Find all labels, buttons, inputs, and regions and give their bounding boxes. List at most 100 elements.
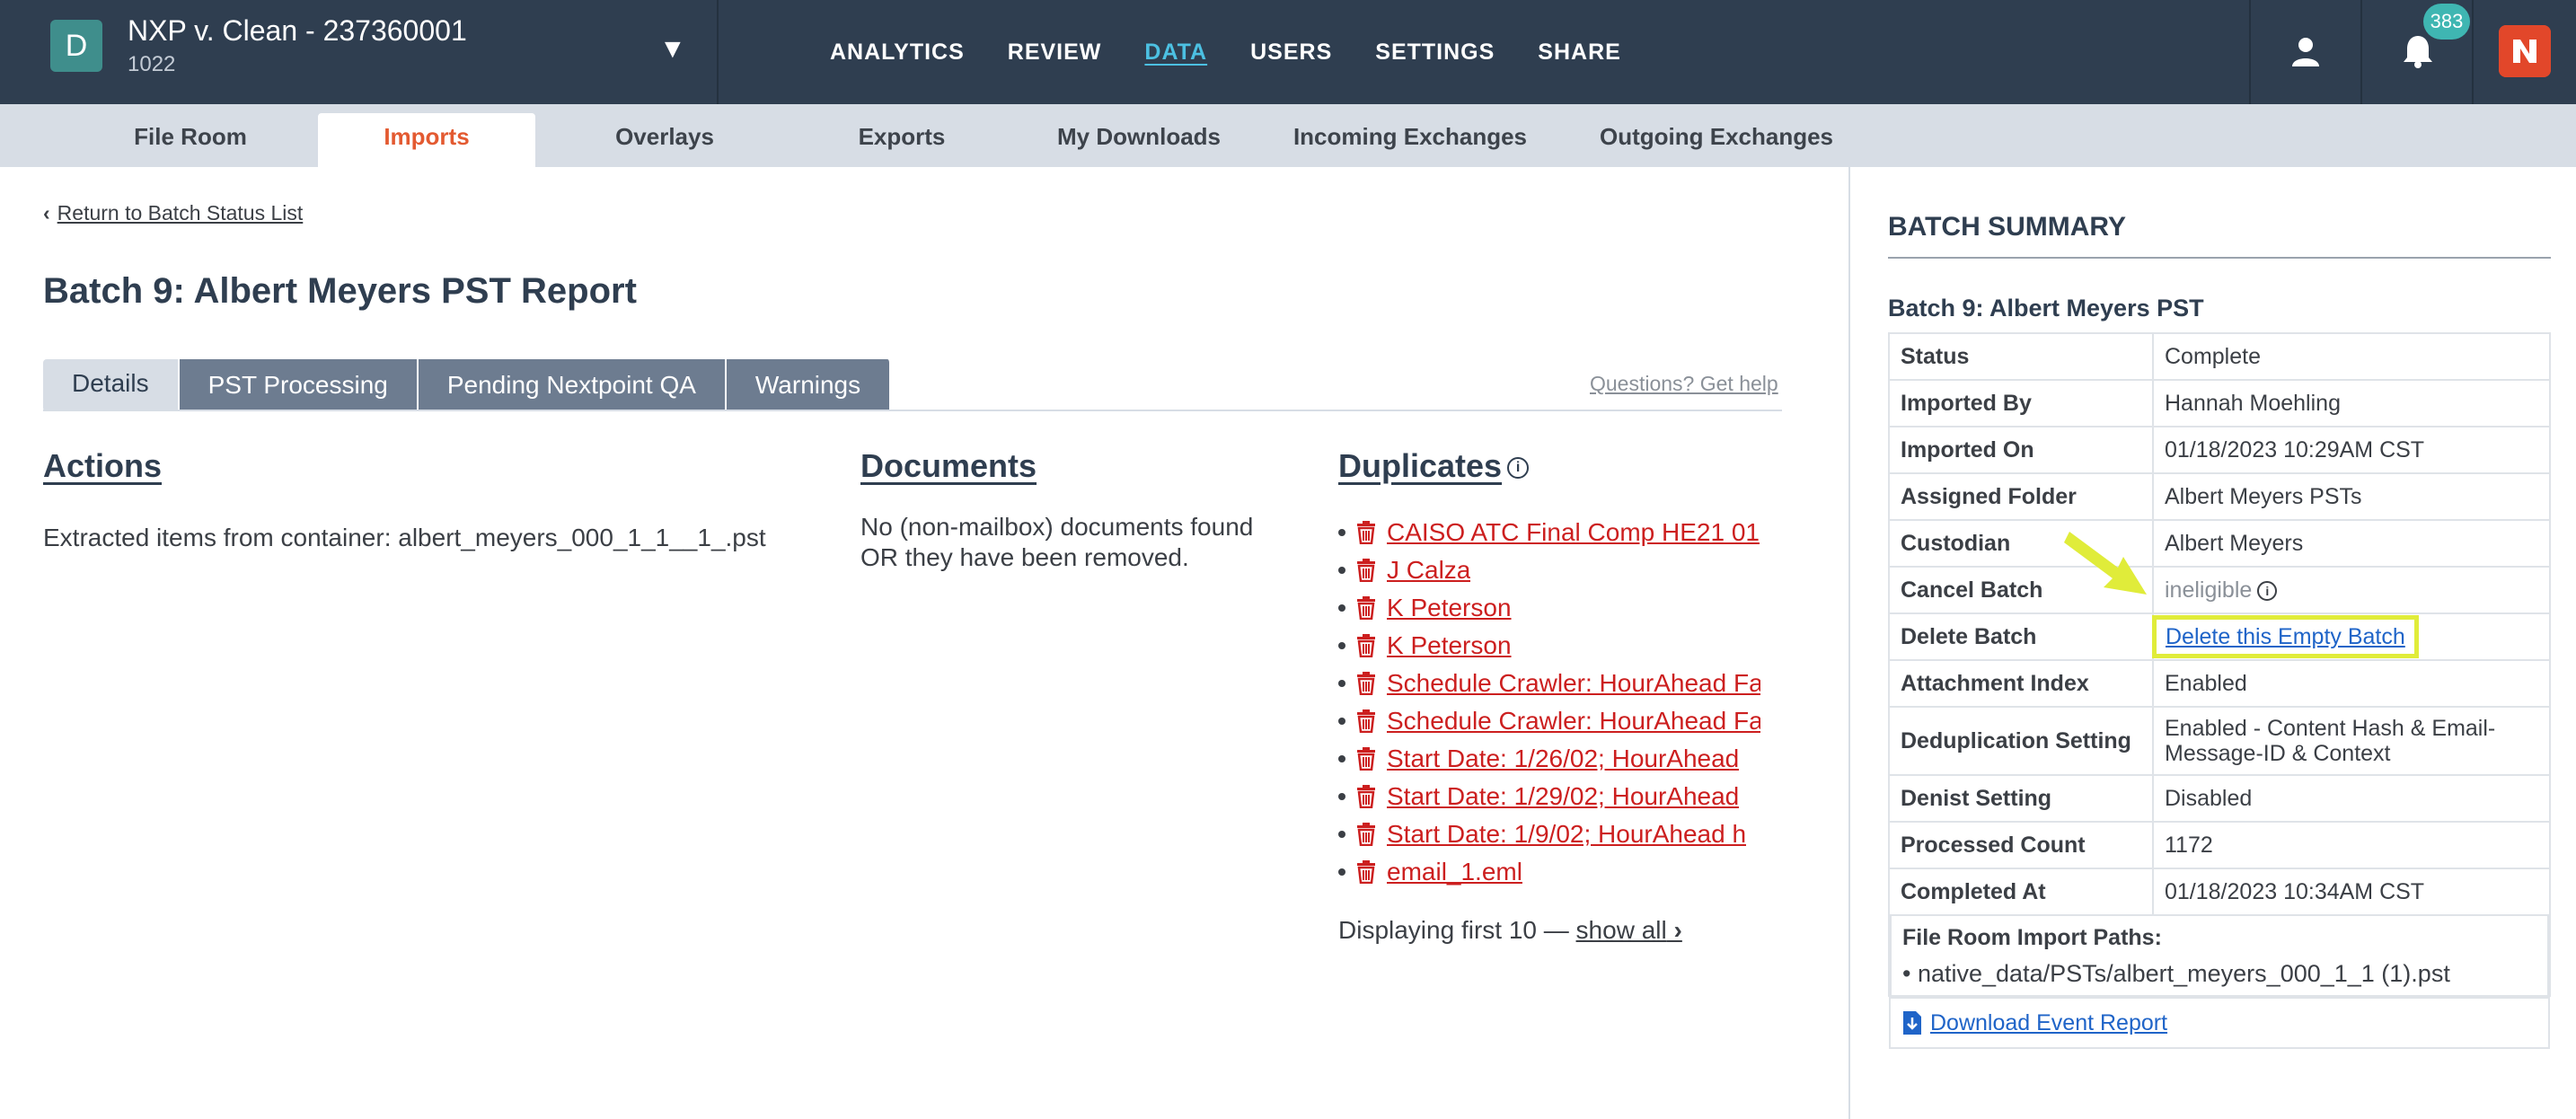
import-paths-cell: File Room Import Paths: • native_data/PS… (1888, 915, 2551, 997)
nav-review[interactable]: REVIEW (1008, 40, 1102, 66)
user-menu-button[interactable] (2249, 0, 2360, 104)
nav-share[interactable]: SHARE (1538, 40, 1621, 66)
duplicate-link[interactable]: Start Date: 1/9/02; HourAhead h (1387, 820, 1746, 849)
duplicate-item: Schedule Crawler: HourAhead Fa (1338, 665, 1760, 702)
list-bullet (1338, 567, 1345, 574)
summary-row-attachment-index: Attachment Index Enabled (1888, 659, 2551, 708)
nextpoint-logo[interactable] (2472, 0, 2576, 104)
info-icon[interactable]: i (1507, 457, 1530, 480)
duplicates-footer-text: Displaying first 10 — (1338, 916, 1569, 944)
subtab-my-downloads[interactable]: My Downloads (1045, 113, 1232, 167)
user-icon (2292, 38, 2319, 66)
tab-pst-processing[interactable]: PST Processing (179, 359, 419, 411)
subtab-outgoing-exchanges[interactable]: Outgoing Exchanges (1590, 113, 1843, 167)
nav-settings[interactable]: SETTINGS (1375, 40, 1495, 66)
duplicate-item: K Peterson (1338, 627, 1760, 665)
summary-value: 01/18/2023 10:29AM CST (2152, 426, 2551, 474)
trash-icon[interactable] (1356, 634, 1376, 657)
case-number: 1022 (128, 52, 176, 76)
tab-warnings[interactable]: Warnings (726, 359, 892, 411)
summary-key: Denist Setting (1888, 774, 2154, 823)
case-title: NXP v. Clean - 237360001 (128, 14, 467, 47)
info-icon[interactable]: i (2257, 581, 2278, 602)
import-path-text: native_data/PSTs/albert_meyers_000_1_1 (… (1917, 960, 2450, 987)
tab-details[interactable]: Details (43, 359, 180, 411)
tab-pending-nextpoint-qa[interactable]: Pending Nextpoint QA (418, 359, 727, 411)
batch-summary-divider (1888, 257, 2551, 259)
trash-icon[interactable] (1356, 596, 1376, 620)
trash-icon[interactable] (1356, 559, 1376, 582)
duplicate-link[interactable]: Start Date: 1/29/02; HourAhead (1387, 782, 1739, 811)
duplicate-link[interactable]: J Calza (1387, 556, 1470, 585)
nav-analytics[interactable]: ANALYTICS (830, 40, 965, 66)
summary-key: Attachment Index (1888, 659, 2154, 708)
duplicate-link[interactable]: email_1.eml (1387, 858, 1522, 886)
summary-row-imported-by: Imported By Hannah Moehling (1888, 379, 2551, 427)
show-all-label: show all (1575, 916, 1667, 944)
notifications-button[interactable]: 383 (2360, 0, 2472, 104)
trash-icon[interactable] (1356, 860, 1376, 884)
trash-icon[interactable] (1356, 521, 1376, 544)
duplicates-list: CAISO ATC Final Comp HE21 01 J Calza K Pet… (1338, 514, 1760, 891)
actions-text: Extracted items from container: albert_m… (43, 524, 766, 551)
duplicate-link[interactable]: Schedule Crawler: HourAhead Fa (1387, 669, 1760, 698)
main-nav: ANALYTICS REVIEW DATA USERS SETTINGS SHA… (830, 0, 1664, 104)
back-to-batch-list-link[interactable]: ‹ Return to Batch Status List (43, 201, 303, 225)
duplicate-item: Start Date: 1/26/02; HourAhead (1338, 740, 1760, 778)
documents-text-line-2: OR they have been removed. (860, 543, 1189, 571)
summary-key: Imported On (1888, 426, 2154, 474)
back-link-label: Return to Batch Status List (57, 201, 304, 225)
summary-value: Delete this Empty Batch (2152, 612, 2551, 661)
get-help-link[interactable]: Questions? Get help (1590, 372, 1778, 396)
show-all-link[interactable]: show all › (1576, 916, 1682, 944)
bell-icon (2404, 36, 2432, 68)
duplicate-item: Start Date: 1/9/02; HourAhead h (1338, 815, 1760, 853)
summary-value: Enabled - Content Hash & Email-Message-I… (2152, 706, 2551, 776)
duplicate-item: J Calza (1338, 551, 1760, 589)
main-content: ‹ Return to Batch Status List Batch 9: Al… (0, 167, 1848, 1119)
trash-icon[interactable] (1356, 672, 1376, 695)
batch-tabs: Details PST Processing Pending Nextpoint… (43, 359, 892, 411)
trash-icon[interactable] (1356, 709, 1376, 733)
subtab-file-room[interactable]: File Room (106, 113, 275, 167)
summary-value: Albert Meyers (2152, 519, 2551, 568)
subtab-incoming-exchanges[interactable]: Incoming Exchanges (1284, 113, 1536, 167)
nextpoint-logo-icon (2499, 25, 2551, 77)
nav-users[interactable]: USERS (1250, 40, 1332, 66)
list-bullet (1338, 718, 1345, 725)
subtab-imports[interactable]: Imports (318, 113, 535, 167)
summary-value: Disabled (2152, 774, 2551, 823)
batch-summary-subheading: Batch 9: Albert Meyers PST (1888, 295, 2204, 322)
duplicate-item: Schedule Crawler: HourAhead Fa (1338, 702, 1760, 740)
duplicate-link[interactable]: Start Date: 1/26/02; HourAhead (1387, 745, 1739, 773)
summary-value: 01/18/2023 10:34AM CST (2152, 868, 2551, 916)
duplicates-footer: Displaying first 10 — show all › (1338, 916, 1682, 945)
list-bullet (1338, 604, 1345, 612)
duplicate-link[interactable]: K Peterson (1387, 594, 1512, 622)
case-dropdown-caret-icon[interactable]: ▼ (659, 34, 686, 65)
summary-key: Deduplication Setting (1888, 706, 2154, 776)
subtab-overlays[interactable]: Overlays (575, 113, 754, 167)
summary-value: Enabled (2152, 659, 2551, 708)
duplicate-link[interactable]: CAISO ATC Final Comp HE21 01 (1387, 518, 1760, 547)
case-selector[interactable]: D NXP v. Clean - 237360001 1022 ▼ (0, 0, 719, 104)
summary-row-cancel-batch: Cancel Batch ineligible i (1888, 566, 2551, 614)
download-event-report-row: Download Event Report (1889, 997, 2550, 1049)
top-bar: D NXP v. Clean - 237360001 1022 ▼ ANALYT… (0, 0, 2576, 104)
duplicate-link[interactable]: Schedule Crawler: HourAhead Fa (1387, 707, 1760, 736)
download-event-report-link[interactable]: Download Event Report (1930, 1010, 2167, 1036)
delete-empty-batch-link[interactable]: Delete this Empty Batch (2166, 624, 2405, 649)
duplicate-item: Start Date: 1/29/02; HourAhead (1338, 778, 1760, 815)
list-bullet (1338, 680, 1345, 687)
page-title: Batch 9: Albert Meyers PST Report (43, 271, 637, 311)
trash-icon[interactable] (1356, 747, 1376, 771)
duplicate-link[interactable]: K Peterson (1387, 631, 1512, 660)
documents-heading: Documents (860, 447, 1037, 484)
list-bullet (1338, 755, 1345, 762)
batch-summary-table: Status Complete Imported By Hannah Moehl… (1888, 332, 2551, 1049)
trash-icon[interactable] (1356, 823, 1376, 846)
trash-icon[interactable] (1356, 785, 1376, 808)
batch-summary-heading: BATCH SUMMARY (1888, 212, 2126, 242)
nav-data[interactable]: DATA (1144, 40, 1207, 66)
subtab-exports[interactable]: Exports (814, 113, 990, 167)
